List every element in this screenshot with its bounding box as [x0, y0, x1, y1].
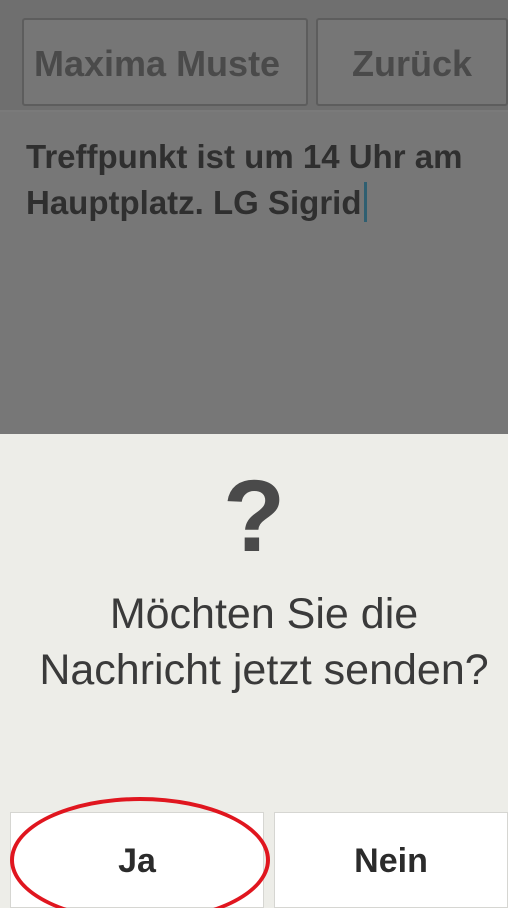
text-cursor — [363, 182, 367, 222]
send-confirmation-dialog: ? Möchten Sie die Nachricht jetzt senden… — [0, 434, 508, 908]
message-text: Treffpunkt ist um 14 Uhr am Hauptplatz. … — [26, 134, 474, 226]
back-button[interactable]: Zurück — [316, 18, 508, 106]
yes-button[interactable]: Ja — [10, 812, 264, 908]
message-compose-area[interactable]: Treffpunkt ist um 14 Uhr am Hauptplatz. … — [0, 112, 508, 434]
yes-button-label: Ja — [118, 842, 156, 880]
message-body: Treffpunkt ist um 14 Uhr am Hauptplatz. … — [26, 138, 463, 221]
back-button-label: Zurück — [352, 43, 473, 84]
top-bar: Maxima Muste Zurück — [0, 0, 508, 110]
question-mark-icon: ? — [222, 459, 286, 573]
dialog-prompt: Möchten Sie die Nachricht jetzt senden? — [39, 590, 489, 694]
contact-button-label: Maxima Muste — [34, 43, 281, 84]
dialog-button-row: Ja Nein — [0, 812, 508, 908]
no-button-label: Nein — [354, 842, 428, 880]
no-button[interactable]: Nein — [274, 812, 508, 908]
contact-button[interactable]: Maxima Muste — [22, 18, 308, 106]
